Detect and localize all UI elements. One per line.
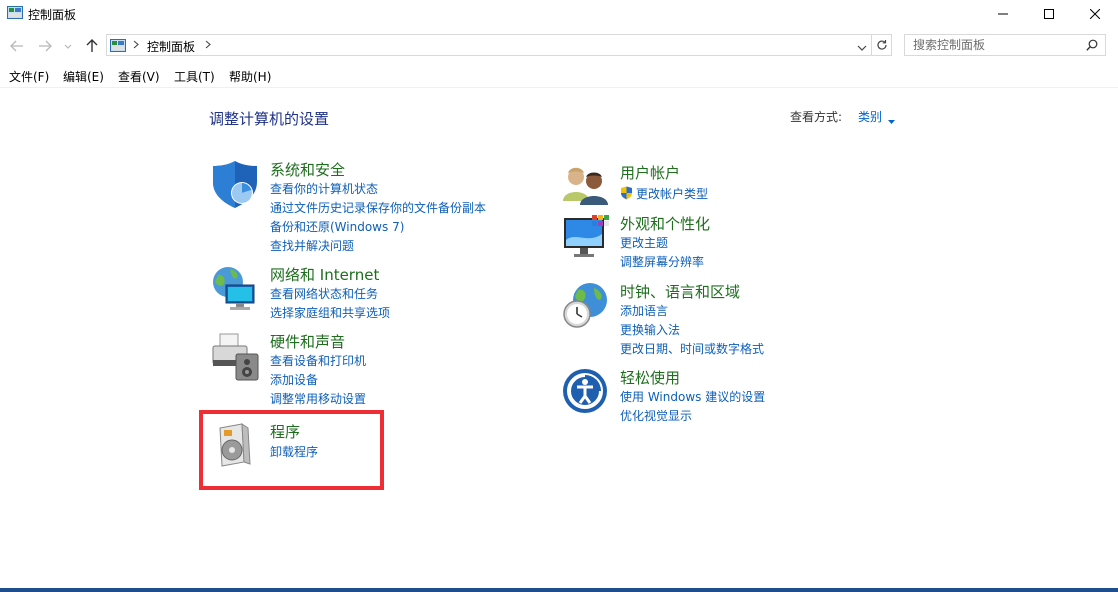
category-network-internet: 网络和 Internet 查看网络状态和任务 选择家庭组和共享选项 [212, 265, 542, 325]
view-by-caret-icon[interactable] [888, 113, 895, 127]
minimize-button[interactable] [980, 0, 1026, 28]
link-backup-restore[interactable]: 备份和还原(Windows 7) [270, 218, 404, 235]
breadcrumb-chevron-icon[interactable] [133, 39, 139, 52]
link-screen-resolution[interactable]: 调整屏幕分辨率 [620, 253, 704, 270]
menu-help[interactable]: 帮助(H) [229, 68, 271, 85]
clock-globe-icon[interactable] [562, 282, 612, 332]
minimize-icon [998, 13, 1008, 15]
arrow-right-icon [39, 40, 52, 52]
shield-icon[interactable] [212, 160, 262, 210]
recent-locations-button[interactable] [62, 37, 74, 55]
category-title-user-accounts[interactable]: 用户帐户 [620, 162, 680, 183]
refresh-icon [876, 40, 887, 50]
breadcrumb-chevron-icon[interactable] [205, 39, 211, 52]
link-optimize-visual-display[interactable]: 优化视觉显示 [620, 407, 692, 424]
refresh-button[interactable] [872, 34, 892, 56]
link-mobility-settings[interactable]: 调整常用移动设置 [270, 390, 366, 407]
category-user-accounts: 用户帐户 更改帐户类型 [562, 162, 892, 205]
address-dropdown-icon[interactable] [857, 40, 867, 54]
monitor-icon[interactable] [562, 214, 612, 264]
search-box[interactable] [904, 34, 1106, 56]
menu-bar: 文件(F) 编辑(E) 查看(V) 工具(T) 帮助(H) [0, 65, 1118, 88]
category-title-network-internet[interactable]: 网络和 Internet [270, 264, 379, 285]
forward-button[interactable] [36, 37, 54, 55]
category-clock-region: 时钟、语言和区域 添加语言 更换输入法 更改日期、时间或数字格式 [562, 282, 892, 357]
chevron-down-icon [64, 44, 72, 49]
menu-file[interactable]: 文件(F) [9, 68, 49, 85]
search-input[interactable] [905, 35, 1089, 55]
arrow-left-icon [10, 40, 23, 52]
link-change-input-method[interactable]: 更换输入法 [620, 321, 680, 338]
maximize-button[interactable] [1026, 0, 1072, 28]
highlight-box [199, 410, 384, 490]
category-appearance: 外观和个性化 更改主题 调整屏幕分辨率 [562, 214, 892, 269]
ease-of-access-icon[interactable] [562, 368, 612, 418]
view-by-label: 查看方式: [790, 110, 843, 124]
address-bar[interactable]: 控制面板 [106, 34, 872, 56]
link-file-history-backup[interactable]: 通过文件历史记录保存你的文件备份副本 [270, 199, 486, 216]
search-icon[interactable] [1086, 39, 1098, 54]
menu-view[interactable]: 查看(V) [118, 68, 160, 85]
uac-shield-icon [620, 186, 633, 203]
arrow-up-icon [86, 39, 98, 52]
category-title-system-security[interactable]: 系统和安全 [270, 159, 345, 180]
printer-icon[interactable] [212, 332, 262, 382]
up-button[interactable] [83, 37, 101, 55]
breadcrumb-control-panel[interactable]: 控制面板 [147, 38, 195, 55]
link-change-account-type[interactable]: 更改帐户类型 [636, 185, 708, 202]
menu-tools[interactable]: 工具(T) [174, 68, 215, 85]
link-troubleshoot[interactable]: 查找并解决问题 [270, 237, 354, 254]
navigation-bar: 控制面板 [0, 34, 1118, 58]
category-title-ease-of-access[interactable]: 轻松使用 [620, 367, 680, 388]
back-button[interactable] [8, 37, 26, 55]
link-windows-recommended-settings[interactable]: 使用 Windows 建议的设置 [620, 388, 765, 405]
category-system-security: 系统和安全 查看你的计算机状态 通过文件历史记录保存你的文件备份副本 备份和还原… [212, 159, 542, 253]
category-title-clock-region[interactable]: 时钟、语言和区域 [620, 281, 740, 302]
link-view-computer-status[interactable]: 查看你的计算机状态 [270, 180, 378, 197]
taskbar-edge [0, 588, 1118, 592]
title-bar: 控制面板 [0, 0, 1118, 30]
maximize-icon [1044, 9, 1054, 19]
page-title: 调整计算机的设置 [209, 110, 330, 128]
link-homegroup-sharing[interactable]: 选择家庭组和共享选项 [270, 304, 390, 321]
menu-edit[interactable]: 编辑(E) [63, 68, 104, 85]
window-title: 控制面板 [28, 8, 77, 22]
link-network-status[interactable]: 查看网络状态和任务 [270, 285, 378, 302]
link-devices-printers[interactable]: 查看设备和打印机 [270, 352, 366, 369]
link-add-language[interactable]: 添加语言 [620, 302, 668, 319]
control-panel-icon [7, 6, 23, 19]
link-add-device[interactable]: 添加设备 [270, 371, 318, 388]
close-button[interactable] [1072, 0, 1118, 28]
category-hardware-sound: 硬件和声音 查看设备和打印机 添加设备 调整常用移动设置 [212, 332, 542, 407]
category-title-appearance[interactable]: 外观和个性化 [620, 213, 710, 234]
link-change-theme[interactable]: 更改主题 [620, 234, 668, 251]
close-icon [1090, 9, 1100, 19]
link-date-time-format[interactable]: 更改日期、时间或数字格式 [620, 340, 764, 357]
users-icon[interactable] [562, 163, 612, 213]
network-icon[interactable] [212, 265, 262, 315]
category-title-hardware-sound[interactable]: 硬件和声音 [270, 331, 345, 352]
category-ease-of-access: 轻松使用 使用 Windows 建议的设置 优化视觉显示 [562, 368, 892, 423]
control-panel-icon [110, 39, 126, 52]
view-by-dropdown[interactable]: 类别 [858, 108, 882, 125]
